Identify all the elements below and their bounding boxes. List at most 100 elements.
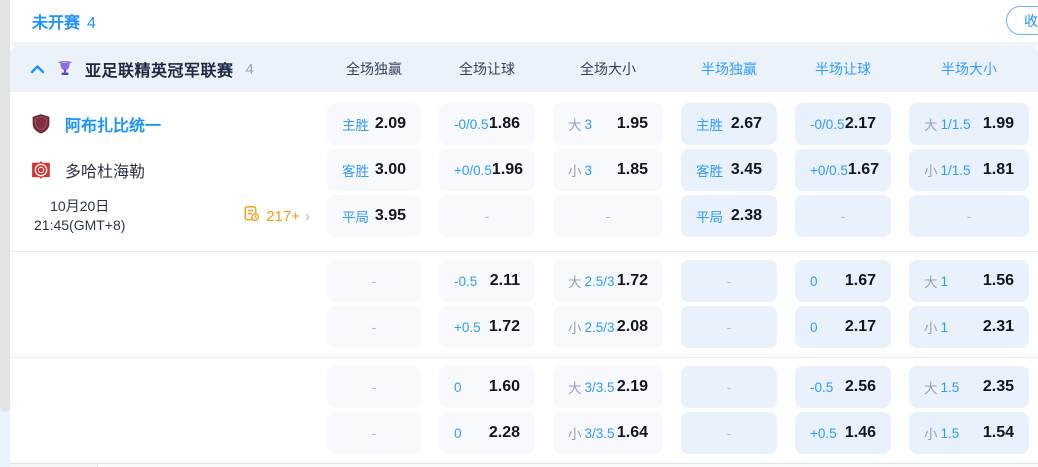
odds-cell[interactable]: 大31.95 bbox=[553, 103, 663, 145]
odds-cell[interactable]: 01.67 bbox=[795, 260, 891, 302]
odds-value: 3.95 bbox=[375, 207, 406, 225]
next-section-edge bbox=[10, 463, 1038, 467]
handicap-line: 3 bbox=[585, 117, 593, 132]
odds-value: 1.99 bbox=[983, 115, 1014, 133]
selection-label: -0/0.5 bbox=[810, 117, 845, 132]
handicap-line: 1.5 bbox=[941, 426, 960, 441]
odds-cell[interactable]: 小3/3.51.64 bbox=[553, 412, 663, 454]
selection-label: +0.5 bbox=[454, 320, 481, 335]
odds-group-main: 阿布扎比统一 多哈杜海勒 bbox=[10, 92, 1038, 251]
odds-cell[interactable]: -0.52.56 bbox=[795, 366, 891, 408]
selection-label: 0 bbox=[810, 320, 818, 335]
odds-cell[interactable]: +0.5 1.46 bbox=[795, 412, 891, 454]
empty-odds-dash: - bbox=[606, 208, 611, 224]
handicap-line: 1/1.5 bbox=[941, 163, 971, 178]
handicap-line: 1/1.5 bbox=[941, 117, 971, 132]
odds-cell[interactable]: 小1.5 1.54 bbox=[909, 412, 1029, 454]
odds-selection-label: 大1 bbox=[924, 271, 948, 291]
selection-label: 客胜 bbox=[342, 160, 369, 180]
empty-odds-dash: - bbox=[372, 319, 377, 335]
scrollbar-thumb[interactable] bbox=[0, 0, 10, 412]
collapse-button[interactable]: 收起 bbox=[1006, 6, 1038, 35]
chevron-up-icon[interactable] bbox=[30, 64, 45, 74]
odds-cell[interactable]: 小3 1.85 bbox=[553, 149, 663, 191]
odds-value: 1.86 bbox=[489, 115, 520, 133]
odds-cell[interactable]: 大1.52.35 bbox=[909, 366, 1029, 408]
home-team-name[interactable]: 阿布扎比统一 bbox=[65, 112, 161, 136]
odds-value: 1.85 bbox=[617, 161, 648, 179]
odds-cell[interactable]: 大1/1.51.99 bbox=[909, 103, 1029, 145]
selection-label: 0 bbox=[810, 274, 818, 289]
odds-selection-label: 大3 bbox=[568, 114, 592, 134]
league-header-row: 亚足联精英冠军联赛 4 全场独赢 全场让球 全场大小 半场独赢 半场让球 半场大… bbox=[10, 46, 1038, 92]
odds-cell[interactable]: -0/0.52.17 bbox=[795, 103, 891, 145]
odds-cell[interactable]: +0/0.51.96 bbox=[439, 149, 535, 191]
selection-label: 主胜 bbox=[342, 114, 369, 134]
handicap-line: 2.5/3 bbox=[585, 320, 615, 335]
odds-cell[interactable]: -0.5 2.11 bbox=[439, 260, 535, 302]
odds-cell[interactable]: 客胜3.45 bbox=[681, 149, 777, 191]
odds-selection-label: +0/0.5 bbox=[810, 163, 848, 178]
selection-label: 平局 bbox=[696, 206, 723, 226]
overunder-prefix: 小 bbox=[924, 423, 938, 443]
odds-cell[interactable]: 小12.31 bbox=[909, 306, 1029, 348]
odds-cell[interactable]: 01.60 bbox=[439, 366, 535, 408]
overunder-prefix: 大 bbox=[568, 114, 582, 134]
odds-cell[interactable]: -0/0.51.86 bbox=[439, 103, 535, 145]
odds-cell[interactable]: +0/0.51.67 bbox=[795, 149, 891, 191]
odds-selection-label: 小1.5 bbox=[924, 423, 959, 443]
odds-value: 2.11 bbox=[490, 272, 520, 290]
odds-cell[interactable]: 平局 3.95 bbox=[327, 195, 421, 237]
odds-selection-label: 小3 bbox=[568, 160, 592, 180]
overunder-prefix: 大 bbox=[568, 271, 582, 291]
empty-odds-dash: - bbox=[841, 208, 846, 224]
odds-cell[interactable]: 02.28 bbox=[439, 412, 535, 454]
odds-cell[interactable]: 大3/3.52.19 bbox=[553, 366, 663, 408]
odds-value: 1.96 bbox=[492, 161, 523, 179]
overunder-prefix: 小 bbox=[568, 160, 582, 180]
handicap-line: 3/3.5 bbox=[585, 426, 615, 441]
odds-cell[interactable]: 小1/1.51.81 bbox=[909, 149, 1029, 191]
odds-cell-empty: - bbox=[327, 366, 421, 408]
odds-selection-label: 平局 bbox=[342, 206, 369, 226]
markets-count: 217+ bbox=[266, 208, 300, 225]
odds-selection-label: 客胜 bbox=[342, 160, 369, 180]
odds-cell[interactable]: 主胜2.09 bbox=[327, 103, 421, 145]
odds-selection-label: +0.5 bbox=[810, 426, 837, 441]
league-cell[interactable]: 亚足联精英冠军联赛 4 bbox=[10, 57, 318, 81]
status-tab-not-started[interactable]: 未开赛 4 bbox=[10, 9, 96, 33]
odds-selection-label: -0/0.5 bbox=[810, 117, 845, 132]
overunder-prefix: 大 bbox=[924, 271, 938, 291]
match-time: 21:45(GMT+8) bbox=[34, 216, 125, 235]
status-label[interactable]: 未开赛 bbox=[32, 9, 80, 33]
odds-group-alt-1: --0.52.11大2.5/31.72-01.67大11.56-+0.51.72… bbox=[10, 251, 1038, 357]
markets-link[interactable]: 217+ › bbox=[243, 205, 310, 228]
column-header-full-handicap: 全场让球 bbox=[430, 59, 544, 79]
odds-selection-label: 大3/3.5 bbox=[568, 377, 615, 397]
odds-value: 1.46 bbox=[845, 424, 876, 442]
away-team-name[interactable]: 多哈杜海勒 bbox=[65, 158, 145, 182]
handicap-line: 1.5 bbox=[941, 380, 960, 395]
odds-selection-label: -0.5 bbox=[454, 274, 477, 289]
selection-label: -0.5 bbox=[810, 380, 833, 395]
odds-cell[interactable]: 02.17 bbox=[795, 306, 891, 348]
odds-value: 1.72 bbox=[617, 272, 648, 290]
selection-label: -0/0.5 bbox=[454, 117, 489, 132]
odds-value: 1.60 bbox=[489, 378, 520, 396]
left-scrollbar[interactable] bbox=[0, 0, 10, 467]
odds-table: 阿布扎比统一 多哈杜海勒 bbox=[10, 92, 1038, 463]
odds-cell[interactable]: 主胜2.67 bbox=[681, 103, 777, 145]
odds-cell[interactable]: 平局2.38 bbox=[681, 195, 777, 237]
match-datetime: 10月20日 21:45(GMT+8) bbox=[34, 197, 125, 235]
odds-value: 1.54 bbox=[983, 424, 1014, 442]
odds-cell[interactable]: 大2.5/31.72 bbox=[553, 260, 663, 302]
odds-cell[interactable]: 大11.56 bbox=[909, 260, 1029, 302]
odds-cell[interactable]: 小2.5/32.08 bbox=[553, 306, 663, 348]
odds-cell-empty: - bbox=[327, 412, 421, 454]
empty-odds-dash: - bbox=[485, 208, 490, 224]
odds-value: 2.17 bbox=[845, 115, 876, 133]
odds-cell[interactable]: 客胜3.00 bbox=[327, 149, 421, 191]
odds-cell[interactable]: +0.51.72 bbox=[439, 306, 535, 348]
overunder-prefix: 小 bbox=[924, 317, 938, 337]
odds-selection-label: 0 bbox=[810, 274, 818, 289]
